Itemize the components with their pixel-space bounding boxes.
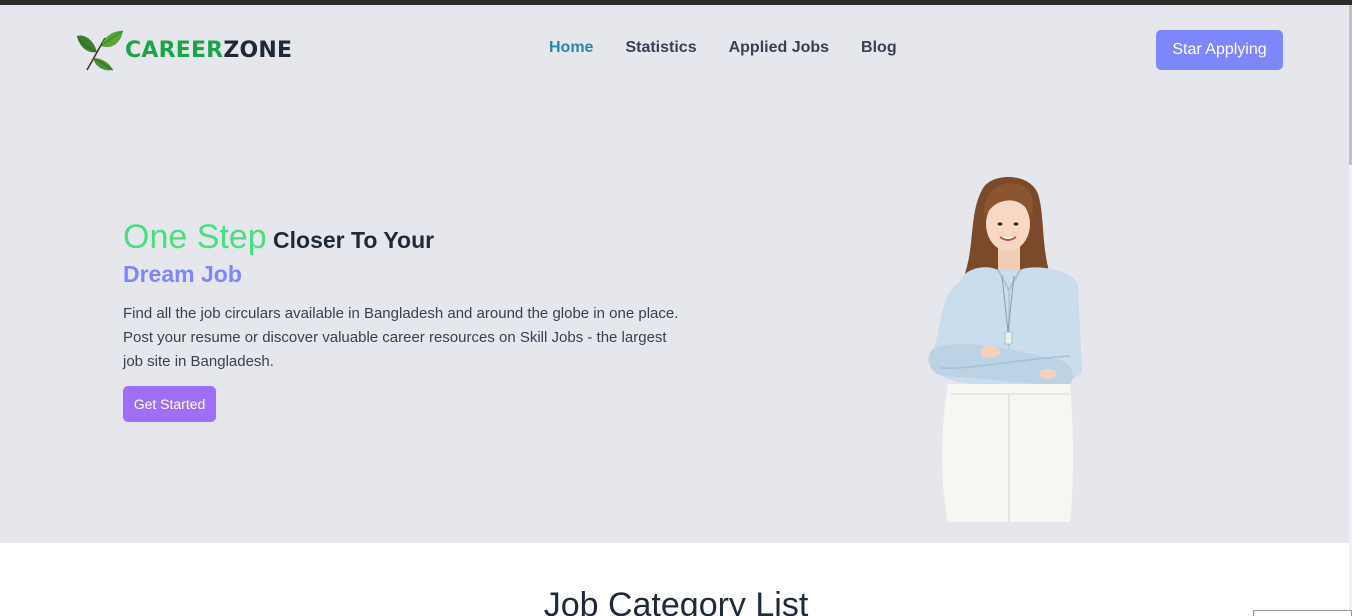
hero-headline-rest: Closer To Your [266, 227, 435, 253]
hero-headline: One Step Closer To Your [123, 218, 434, 257]
star-applying-button[interactable]: Star Applying [1156, 30, 1283, 70]
nav-item-blog[interactable]: Blog [861, 39, 897, 57]
nav-item-applied-jobs[interactable]: Applied Jobs [729, 39, 829, 57]
brand-logo[interactable]: CAREERZONE [75, 28, 292, 72]
brand-name-part2: ZONE [223, 37, 293, 63]
hero-person-image [928, 176, 1082, 522]
main-nav: Home Statistics Applied Jobs Blog [549, 39, 897, 57]
status-tooltip [1253, 610, 1352, 616]
get-started-button[interactable]: Get Started [123, 386, 216, 422]
brand-name-part1: CAREER [125, 37, 224, 63]
leaf-icon [76, 30, 123, 71]
nav-item-home[interactable]: Home [549, 39, 593, 57]
hero-headline-highlight: One Step [123, 218, 267, 256]
section-title: Job Category List [543, 586, 809, 616]
hero-description: Find all the job circulars available in … [123, 305, 679, 370]
brand-name: CAREERZONE [125, 38, 292, 63]
nav-item-statistics[interactable]: Statistics [625, 39, 696, 57]
hero-headline-line2: Dream Job [123, 261, 242, 287]
